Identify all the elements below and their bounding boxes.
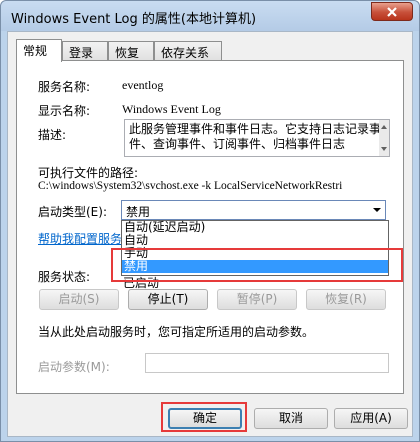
- description-text: 此服务管理事件和事件日志。它支持日志记录事件、查询事件、订阅事件、归档事件日志: [129, 122, 382, 151]
- tab-label: 依存关系: [161, 46, 210, 60]
- startup-type-select[interactable]: 禁用: [121, 200, 386, 220]
- scroll-down-icon: [381, 147, 387, 151]
- startup-type-value: 禁用: [126, 205, 151, 219]
- service-status-value: 已启动: [123, 276, 160, 290]
- chevron-down-icon: [373, 208, 381, 212]
- exe-path-label: 可执行文件的路径:: [38, 166, 139, 180]
- startup-option-auto[interactable]: 自动: [122, 234, 388, 247]
- startup-type-label: 启动类型(E):: [38, 205, 107, 219]
- tab-general[interactable]: 常规: [16, 39, 62, 62]
- display-name-label: 显示名称:: [38, 104, 91, 118]
- tab-dependencies[interactable]: 依存关系: [154, 41, 222, 61]
- apply-button[interactable]: 应用(A): [334, 408, 408, 429]
- start-service-button[interactable]: 启动(S): [39, 289, 119, 310]
- startup-option-disabled[interactable]: 禁用: [122, 260, 388, 273]
- cancel-button[interactable]: 取消: [254, 408, 328, 429]
- tab-label: 登录: [69, 46, 94, 60]
- pause-service-button[interactable]: 暂停(P): [217, 289, 297, 310]
- service-name-value: eventlog: [122, 78, 164, 92]
- title-bar[interactable]: Windows Event Log 的属性(本地计算机): [1, 1, 419, 31]
- description-scrollbar[interactable]: [379, 120, 389, 156]
- start-params-hint: 当从此处启动服务时，您可指定所适用的启动参数。: [38, 325, 315, 339]
- close-button[interactable]: [371, 2, 413, 21]
- display-name-value: Windows Event Log: [122, 102, 221, 116]
- dialog-body: 常规 登录 恢复 依存关系 服务名称: eventlog 显示名称: Windo…: [7, 31, 413, 437]
- start-params-input[interactable]: [145, 353, 389, 373]
- startup-option-auto-delayed[interactable]: 自动(延迟启动): [122, 221, 388, 234]
- description-box[interactable]: 此服务管理事件和事件日志。它支持日志记录事件、查询事件、订阅事件、归档事件日志: [124, 119, 390, 157]
- startup-type-dropdown: 自动(延迟启动) 自动 手动 禁用: [121, 220, 389, 276]
- service-status-label: 服务状态:: [38, 270, 91, 284]
- stop-service-button[interactable]: 停止(T): [128, 289, 208, 310]
- resume-service-button[interactable]: 恢复(R): [306, 289, 386, 310]
- startup-option-manual[interactable]: 手动: [122, 247, 388, 260]
- tab-logon[interactable]: 登录: [62, 41, 108, 61]
- tab-label: 恢复: [115, 46, 140, 60]
- service-name-label: 服务名称:: [38, 80, 91, 94]
- tab-recovery[interactable]: 恢复: [108, 41, 154, 61]
- exe-path-value: C:\windows\System32\svchost.exe -k Local…: [38, 180, 343, 192]
- properties-window: Windows Event Log 的属性(本地计算机) 常规 登录 恢复 依存…: [0, 0, 420, 442]
- start-params-label: 启动参数(M):: [38, 360, 110, 374]
- window-title: Windows Event Log 的属性(本地计算机): [11, 12, 257, 27]
- close-icon: [387, 6, 397, 17]
- ok-button[interactable]: 确定: [168, 408, 242, 429]
- scroll-up-icon: [381, 125, 387, 129]
- general-panel: 服务名称: eventlog 显示名称: Windows Event Log 描…: [16, 60, 404, 394]
- description-label: 描述:: [38, 128, 67, 142]
- tab-label: 常规: [23, 44, 48, 58]
